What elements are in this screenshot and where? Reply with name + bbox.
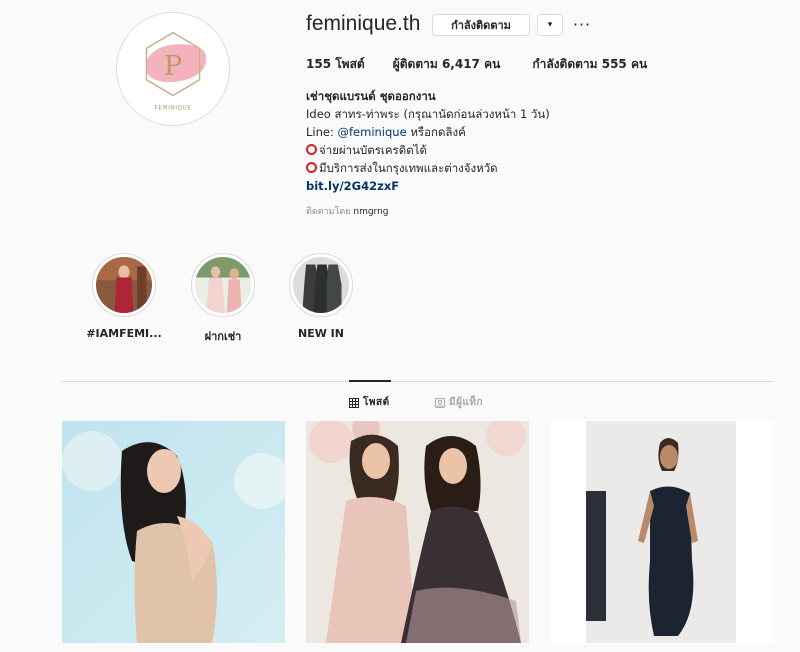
svg-text:FEMINIQUE: FEMINIQUE (154, 105, 191, 111)
following-button[interactable]: กำลังติดตาม (432, 14, 530, 36)
bio-external-link[interactable]: bit.ly/2G42zxF (306, 177, 550, 195)
profile-username: feminique.th (306, 12, 421, 35)
tabs-divider (62, 381, 774, 382)
profile-avatar[interactable]: P FEMINIQUE (116, 12, 230, 126)
following-count-link[interactable]: กำลังติดตาม 555 คน (532, 55, 647, 74)
suggested-accounts-button[interactable]: ▾ (537, 14, 563, 36)
chevron-down-icon: ▾ (547, 20, 553, 30)
story-highlight[interactable]: #IAMFEMI... (79, 253, 169, 340)
highlight-label: ฝากเช่า (204, 330, 242, 343)
post-thumbnail[interactable] (306, 421, 529, 643)
red-circle-icon (306, 144, 317, 155)
active-tab-indicator (349, 380, 391, 382)
followers-count-link[interactable]: ผู้ติดตาม 6,417 คน (393, 55, 501, 74)
profile-stats: 155 โพสต์ ผู้ติดตาม 6,417 คน กำลังติดตาม… (306, 55, 675, 74)
posts-count: 155 โพสต์ (306, 57, 365, 71)
highlight-cover-image (195, 257, 251, 313)
more-options-button[interactable]: ··· (572, 14, 592, 34)
highlight-cover-image (96, 257, 152, 313)
tab-posts[interactable]: โพสต์ (349, 395, 390, 410)
grid-icon (349, 397, 359, 408)
feminique-logo: P FEMINIQUE (117, 13, 229, 125)
bio-line-payment: จ่ายผ่านบัตรเครดิตได้ (306, 141, 550, 159)
tab-tagged[interactable]: มีผู้แท็ก (435, 395, 483, 410)
story-highlight[interactable]: ฝากเช่า (178, 253, 268, 345)
followed-by[interactable]: ติดตามโดย nmgrng (306, 204, 389, 218)
post-image (62, 421, 285, 643)
mention-link[interactable]: @feminique (338, 125, 407, 139)
highlight-label: #IAMFEMI... (86, 327, 162, 340)
ellipsis-icon: ··· (572, 14, 592, 34)
svg-text:P: P (164, 50, 183, 82)
highlight-cover-image (293, 257, 349, 313)
profile-bio: เช่าชุดแบรนด์ ชุดออกงาน Ideo สาทร-ท่าพระ… (306, 87, 550, 195)
bio-line: Ideo สาทร-ท่าพระ (กรุณานัดก่อนล่วงหน้า 1… (306, 107, 550, 121)
red-circle-icon (306, 162, 317, 173)
bio-line-contact: Line: @feminique หรือกดลิงค์ (306, 125, 466, 139)
bio-line-delivery: มีบริการส่งในกรุงเทพและต่างจังหวัด (306, 159, 550, 177)
post-thumbnail[interactable] (62, 421, 285, 643)
highlight-label: NEW IN (298, 327, 344, 340)
post-thumbnail[interactable] (550, 421, 773, 643)
bio-full-name: เช่าชุดแบรนด์ ชุดออกงาน (306, 89, 436, 103)
tagged-person-icon (435, 397, 445, 408)
story-highlight[interactable]: NEW IN (276, 253, 366, 340)
post-image (306, 421, 529, 643)
post-image (550, 421, 773, 643)
